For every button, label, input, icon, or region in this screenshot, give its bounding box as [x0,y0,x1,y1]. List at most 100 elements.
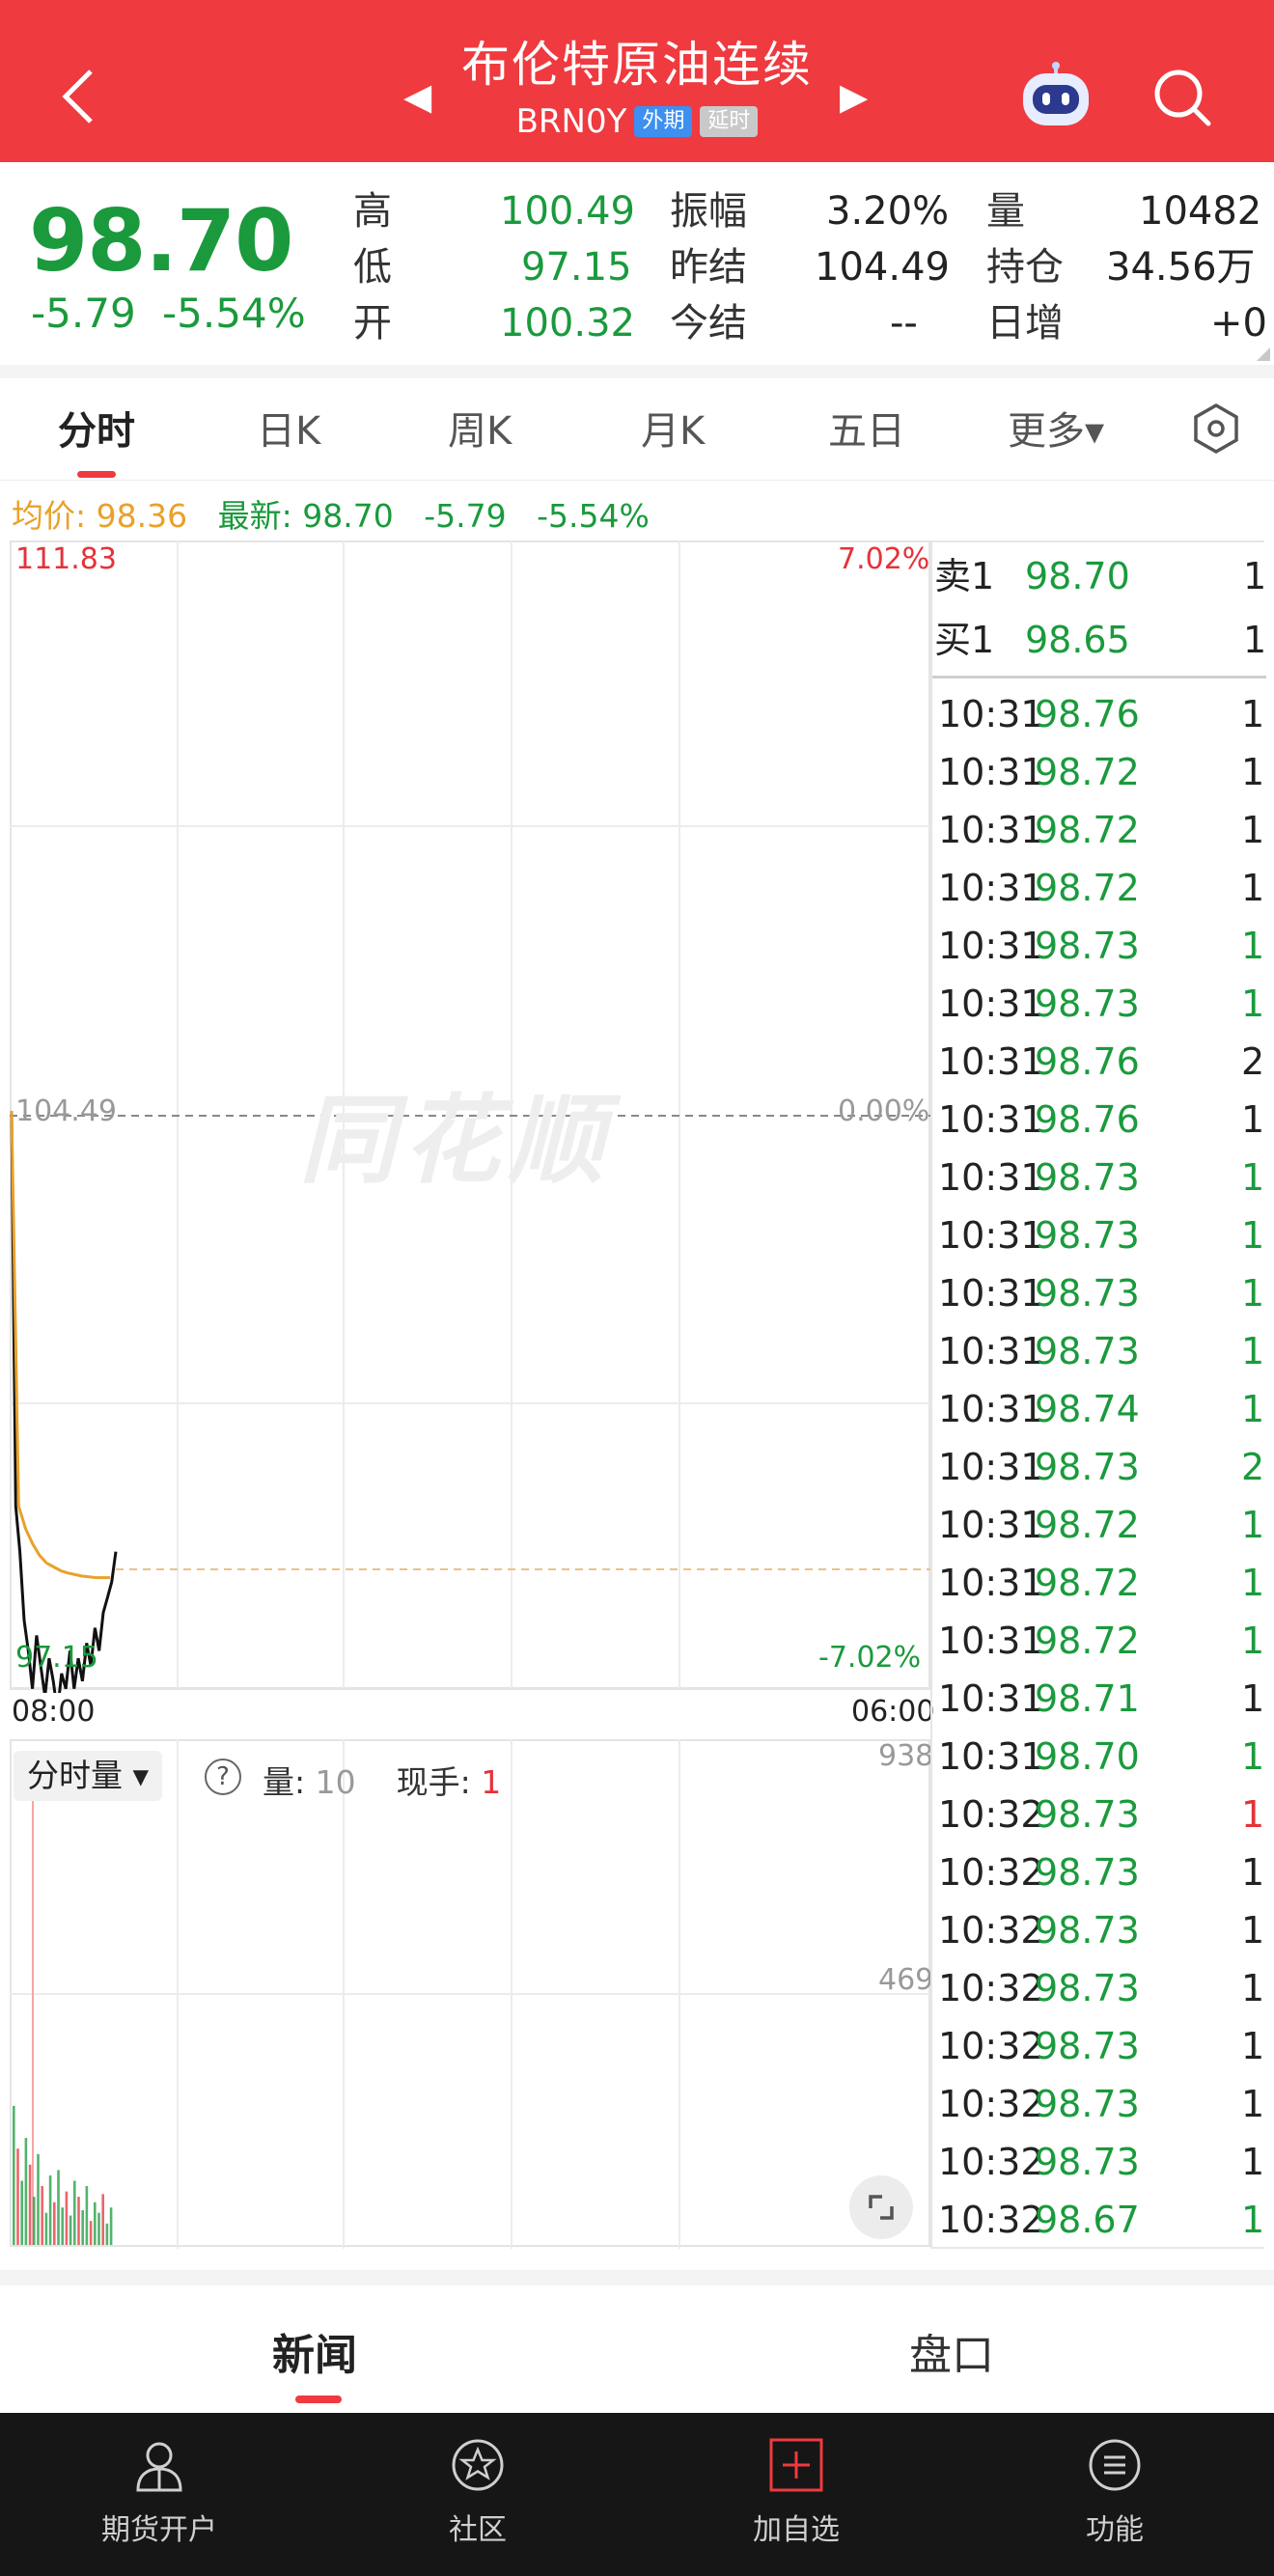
volume-bar [94,2202,97,2245]
y-mid-label: 104.49 [15,1094,117,1128]
trade-time: 10:32 [938,1851,1044,1894]
settle-value: -- [890,301,918,346]
expand-corner-mark[interactable] [1257,347,1270,361]
trade-price: 98.72 [1035,809,1140,851]
order-book-divider [932,676,1266,679]
nav-label-community: 社区 [449,2513,507,2547]
trade-price: 98.71 [1035,1677,1140,1720]
tab-daily-k[interactable]: 日K [257,400,320,456]
volume-bar [57,2170,60,2245]
last-price: 98.70 [29,191,293,291]
volume-bar [73,2180,76,2245]
volume-bar [16,2148,19,2245]
open-value: 100.32 [500,301,635,346]
trade-time: 10:31 [938,1272,1044,1315]
nav-functions[interactable]: 功能 [956,2413,1274,2576]
back-arrow-icon[interactable] [60,68,98,125]
tab-five-day[interactable]: 五日 [828,400,905,456]
trade-time: 10:31 [938,1040,1044,1083]
trade-volume: 1 [1241,983,1265,1025]
trade-price: 98.73 [1035,1330,1140,1372]
high-label: 高 [353,189,392,234]
trade-price: 98.73 [1035,1851,1140,1894]
tab-monthly-k[interactable]: 月K [641,400,705,456]
nav-open-account[interactable]: 期货开户 [0,2413,318,2576]
nav-label-account: 期货开户 [101,2513,217,2547]
volume-bar [41,2186,43,2245]
volume-bar [61,2207,64,2245]
tab-intraday[interactable]: 分时 [58,400,135,456]
robot-assistant-icon[interactable] [1019,62,1093,129]
fullscreen-expand-icon[interactable] [849,2175,913,2239]
trade-row: 10:31 98.73 1 [932,1149,1266,1206]
x-start-label: 08:00 [12,1695,96,1729]
trade-time: 10:31 [938,1098,1044,1141]
volume-bar [65,2191,69,2245]
hand-readout-label: 现手: [396,1763,471,1801]
hand-readout-value: 1 [481,1763,502,1801]
trade-row: 10:31 98.73 1 [932,1206,1266,1264]
trade-row: 10:32 98.73 1 [932,1843,1266,1901]
trade-volume: 1 [1241,1098,1265,1141]
trade-time: 10:31 [938,1620,1044,1662]
trade-price: 98.73 [1035,2025,1140,2067]
tab-more[interactable]: 更多▾ [1008,400,1104,456]
ask-label: 卖1 [934,555,995,597]
content-tabs: 新闻 盘口 [0,2285,1274,2413]
trade-time: 10:32 [938,1793,1044,1836]
search-icon[interactable] [1150,66,1214,129]
volume-chart-svg [10,1739,930,2249]
bid-price: 98.65 [1025,619,1130,661]
trade-row: 10:32 98.73 1 [932,1959,1266,2017]
volume-bar [24,2138,28,2245]
volume-bar [77,2197,80,2245]
vol-value: 10482 [1139,189,1262,234]
trade-price: 98.73 [1035,1156,1140,1199]
vol-label: 量 [986,189,1025,234]
ask-volume: 1 [1243,555,1267,597]
quote-row-2: 低 97.15 昨结 104.49 持仓 34.56万 [353,239,1270,295]
trade-time: 10:31 [938,1562,1044,1604]
y-top-label: 111.83 [15,542,117,576]
volume-bar [53,2202,56,2245]
vol-readout-label: 量: [263,1763,306,1801]
trade-volume: 1 [1241,751,1265,793]
nav-community[interactable]: 社区 [318,2413,637,2576]
trade-row: 10:31 98.76 1 [932,685,1266,743]
volume-type-selector[interactable]: 分时量 ▾ [14,1751,163,1801]
trade-time: 10:31 [938,983,1044,1025]
content-tab-indicator [295,2396,342,2403]
trade-time: 10:31 [938,1214,1044,1257]
trade-price: 98.67 [1035,2199,1140,2241]
trade-volume: 1 [1241,1793,1265,1836]
tab-market-depth[interactable]: 盘口 [909,2320,994,2382]
info-change-pct: -5.54% [537,497,650,535]
intraday-chart[interactable]: 同花顺 111.83 7.02% 104.49 0.00% 97.15 -7.0… [10,540,934,1729]
trade-price: 98.73 [1035,2141,1140,2183]
volume-bar [37,2153,40,2245]
trade-price: 98.76 [1035,1040,1140,1083]
trade-row: 10:31 98.76 2 [932,1033,1266,1091]
volume-bar [20,2180,23,2245]
bid-label: 买1 [934,619,995,661]
tab-weekly-k[interactable]: 周K [448,400,512,456]
next-contract-arrow[interactable]: ▶ [840,75,868,118]
trade-time: 10:31 [938,867,1044,909]
trade-row: 10:31 98.72 1 [932,1612,1266,1670]
nav-add-watchlist[interactable]: 加自选 [637,2413,956,2576]
trade-price: 98.76 [1035,1098,1140,1141]
tab-news[interactable]: 新闻 [272,2320,357,2382]
trade-row: 10:31 98.74 1 [932,1380,1266,1438]
volume-readout: 量: 10 现手: 1 [263,1757,501,1803]
help-icon[interactable]: ? [205,1759,241,1795]
vol-readout-value: 10 [315,1763,356,1801]
vol-mid-label: 469 [878,1963,934,1997]
volume-bar [101,2194,104,2245]
trade-volume: 1 [1241,1562,1265,1604]
page-title: 布伦特原油连续 [461,37,813,93]
oi-value: 34.56万 [1106,245,1256,290]
volume-chart[interactable]: 938 469 [10,1739,934,2249]
pct-bottom-label: -7.02% [818,1641,922,1675]
trade-price: 98.73 [1035,1793,1140,1836]
settings-hexagon-icon[interactable] [1189,402,1243,456]
